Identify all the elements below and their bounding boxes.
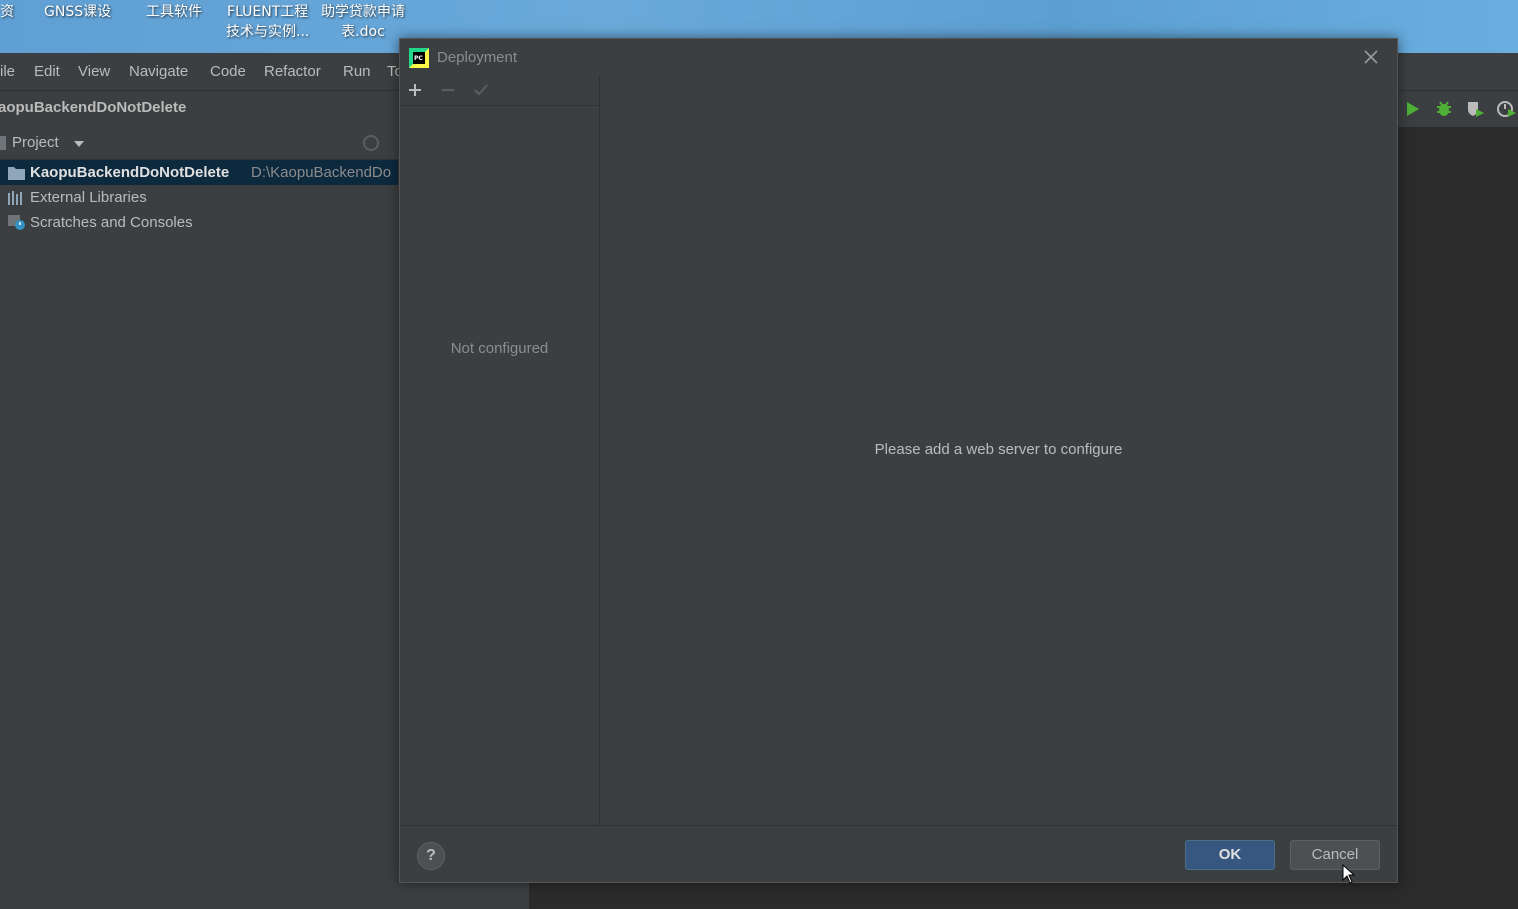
menu-edit[interactable]: Edit: [34, 63, 60, 80]
svg-text:PC: PC: [414, 55, 423, 62]
libraries-icon: [8, 191, 22, 205]
set-default-icon[interactable]: [472, 81, 490, 99]
tree-item-label: External Libraries: [30, 189, 147, 206]
pycharm-logo-icon: PC: [409, 48, 429, 68]
menu-navigate[interactable]: Navigate: [129, 63, 188, 80]
project-panel-header: Project: [0, 127, 398, 160]
desktop-icon-loan-doc[interactable]: 助学贷款申请 表.doc: [321, 2, 405, 42]
desktop-icon-gnss[interactable]: GNSS课设: [44, 2, 111, 22]
desktop-icon-label[interactable]: 资: [0, 2, 14, 22]
tree-item-project-root[interactable]: KaopuBackendDoNotDelete D:\KaopuBackendD…: [0, 160, 398, 185]
chevron-down-icon[interactable]: [74, 141, 84, 147]
remove-server-icon[interactable]: [439, 81, 457, 99]
close-icon[interactable]: [1362, 48, 1380, 66]
server-list-toolbar: [400, 75, 599, 106]
project-panel-title[interactable]: Project: [12, 134, 59, 151]
menu-refactor[interactable]: Refactor: [264, 63, 321, 80]
menu-file[interactable]: ile: [0, 63, 15, 80]
help-button[interactable]: ?: [417, 842, 445, 870]
server-config-panel: Please add a web server to configure: [600, 75, 1397, 825]
folder-icon: [8, 167, 25, 180]
deployment-dialog: PC Deployment Not configured Please add …: [399, 38, 1398, 883]
tree-item-path: D:\KaopuBackendDo: [251, 164, 392, 181]
desktop-icon-tools[interactable]: 工具软件: [146, 2, 202, 22]
empty-state-message: Please add a web server to configure: [874, 441, 1123, 458]
dialog-title-bar[interactable]: PC Deployment: [400, 39, 1397, 75]
project-breadcrumb[interactable]: aopuBackendDoNotDelete: [0, 99, 186, 116]
tree-item-scratches[interactable]: Scratches and Consoles: [0, 210, 398, 235]
scratches-icon: [8, 215, 25, 230]
run-icon[interactable]: [1402, 99, 1422, 119]
project-tree: KaopuBackendDoNotDelete D:\KaopuBackendD…: [0, 160, 398, 909]
tree-item-label: KaopuBackendDoNotDelete: [30, 164, 230, 181]
desktop-icon-fluent[interactable]: FLUENT工程 技术与实例...: [226, 2, 309, 42]
panel-icon: [0, 136, 6, 150]
editor-area[interactable]: [1398, 127, 1518, 909]
menu-code[interactable]: Code: [210, 63, 246, 80]
profile-icon[interactable]: [1496, 99, 1516, 119]
server-list-panel: Not configured: [400, 75, 600, 825]
mouse-cursor-icon: [1342, 864, 1356, 884]
editor-area-bottom: [529, 883, 1399, 909]
coverage-icon[interactable]: [1465, 99, 1485, 119]
tree-item-external-libraries[interactable]: External Libraries: [0, 185, 398, 210]
dialog-title: Deployment: [437, 49, 518, 66]
add-server-icon[interactable]: [406, 81, 424, 99]
not-configured-label: Not configured: [450, 340, 549, 357]
menu-view[interactable]: View: [78, 63, 110, 80]
debug-icon[interactable]: [1434, 99, 1454, 119]
tree-item-label: Scratches and Consoles: [30, 214, 193, 231]
ok-button[interactable]: OK: [1185, 840, 1275, 870]
locate-icon[interactable]: [363, 135, 379, 151]
menu-run[interactable]: Run: [343, 63, 371, 80]
cancel-button[interactable]: Cancel: [1290, 840, 1380, 870]
dialog-footer: ? OK Cancel: [400, 825, 1397, 883]
